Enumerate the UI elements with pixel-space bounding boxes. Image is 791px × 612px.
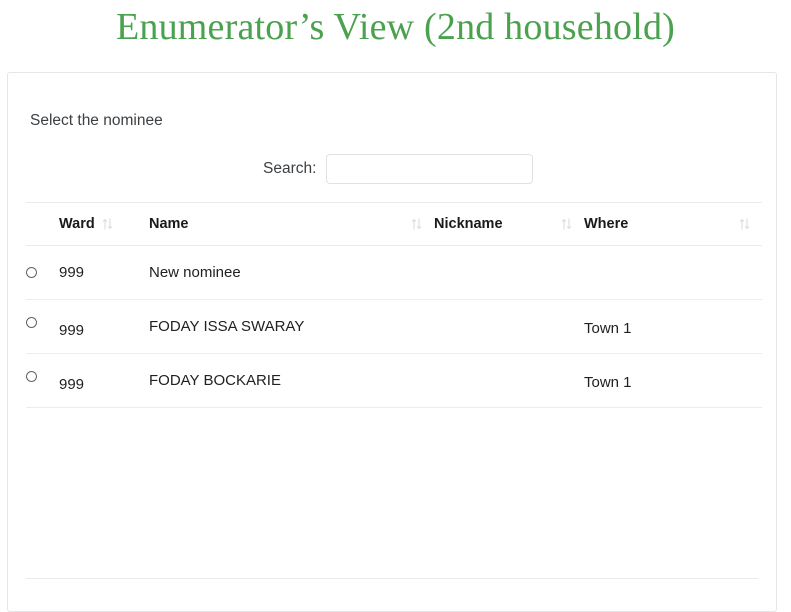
table-bottom-divider: [26, 578, 758, 579]
column-header-where[interactable]: Where: [584, 201, 762, 246]
cell-nickname: [434, 245, 584, 300]
cell-ward: 999: [59, 357, 149, 412]
nominee-table: Ward Name Nickname Where 999 New nominee…: [26, 201, 762, 412]
table-header: Ward Name Nickname Where: [26, 201, 762, 246]
cell-ward: 999: [59, 245, 149, 300]
table-header-row: Ward Name Nickname Where: [26, 201, 762, 246]
column-header-ward[interactable]: Ward: [59, 201, 149, 246]
column-header-nickname[interactable]: Nickname: [434, 201, 584, 246]
page-title: Enumerator’s View (2nd household): [115, 6, 676, 48]
table-row[interactable]: 999 FODAY ISSA SWARAY Town 1: [26, 299, 762, 358]
row-radio-cell[interactable]: [26, 353, 59, 408]
column-header-name[interactable]: Name: [149, 201, 434, 246]
card-inner: Select the nominee Search: Ward Name Nic…: [8, 73, 776, 611]
cell-name: FODAY ISSA SWARAY: [149, 299, 434, 354]
search-row: Search:: [26, 153, 758, 185]
cell-where: Town 1: [584, 301, 762, 356]
column-header-nickname-label: Nickname: [434, 215, 503, 232]
row-radio-cell[interactable]: [26, 299, 59, 354]
nominee-radio-button[interactable]: [26, 317, 37, 329]
cell-ward: 999: [59, 303, 149, 358]
sort-updown-icon[interactable]: [739, 217, 750, 231]
column-header-select: [26, 201, 59, 246]
sort-updown-icon[interactable]: [102, 217, 113, 231]
nominee-selection-card: Select the nominee Search: Ward Name Nic…: [7, 72, 777, 612]
nominee-radio-button[interactable]: [26, 267, 37, 279]
table-row[interactable]: 999 FODAY BOCKARIE Town 1: [26, 353, 762, 412]
cell-nickname: [434, 353, 584, 408]
column-header-name-label: Name: [149, 215, 189, 232]
cell-where: Town 1: [584, 355, 762, 410]
cell-where: [584, 245, 762, 300]
row-radio-cell[interactable]: [26, 245, 59, 300]
cell-nickname: [434, 299, 584, 354]
sort-updown-icon[interactable]: [561, 217, 572, 231]
cell-name: New nominee: [149, 245, 434, 300]
column-header-ward-label: Ward: [59, 215, 95, 232]
table-body: 999 New nominee 999 FODAY ISSA SWARAY To…: [26, 245, 762, 412]
nominee-radio-button[interactable]: [26, 371, 37, 383]
search-label: Search:: [263, 159, 317, 177]
table-row[interactable]: 999 New nominee: [26, 245, 762, 300]
column-header-where-label: Where: [584, 215, 629, 232]
panel-label: Select the nominee: [30, 112, 163, 129]
sort-updown-icon[interactable]: [411, 217, 422, 231]
cell-name: FODAY BOCKARIE: [149, 353, 434, 408]
search-input[interactable]: [326, 153, 534, 184]
